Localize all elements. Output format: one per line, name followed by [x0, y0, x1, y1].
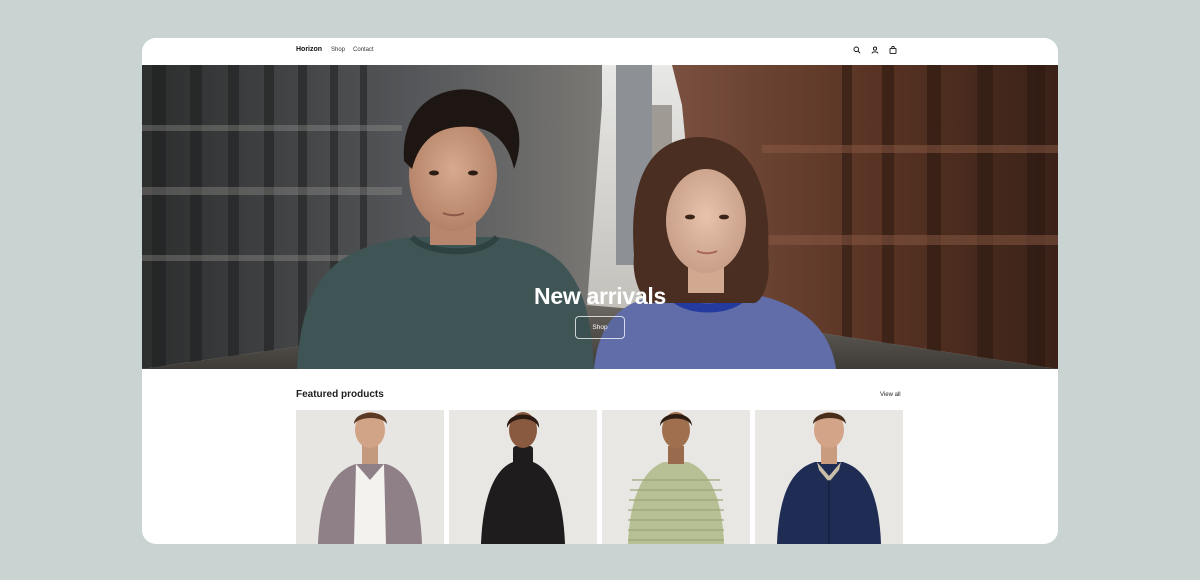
cart-icon[interactable] [888, 45, 898, 55]
product-card-2[interactable] [449, 410, 597, 544]
nav-link-contact[interactable]: Contact [353, 47, 374, 53]
search-icon[interactable] [852, 45, 862, 55]
brand-logo[interactable]: Horizon [296, 46, 322, 53]
product-card-3[interactable] [602, 410, 750, 544]
product-image-striped-sweater [602, 410, 750, 544]
view-all-link[interactable]: View all [880, 392, 901, 398]
product-image-turtleneck [449, 410, 597, 544]
account-icon[interactable] [870, 45, 880, 55]
hero-title: New arrivals [534, 283, 666, 309]
browser-window: Horizon Shop Contact New arrivals Shop F… [142, 38, 1058, 544]
site-header: Horizon Shop Contact [142, 38, 1058, 65]
product-image-cardigan [296, 410, 444, 544]
hero-banner: New arrivals Shop [142, 65, 1058, 369]
featured-products-heading: Featured products [296, 389, 384, 400]
hero-shop-button[interactable]: Shop [575, 316, 625, 339]
product-card-4[interactable] [755, 410, 903, 544]
nav-link-shop[interactable]: Shop [331, 47, 345, 53]
product-card-1[interactable] [296, 410, 444, 544]
product-image-denim-jacket [755, 410, 903, 544]
